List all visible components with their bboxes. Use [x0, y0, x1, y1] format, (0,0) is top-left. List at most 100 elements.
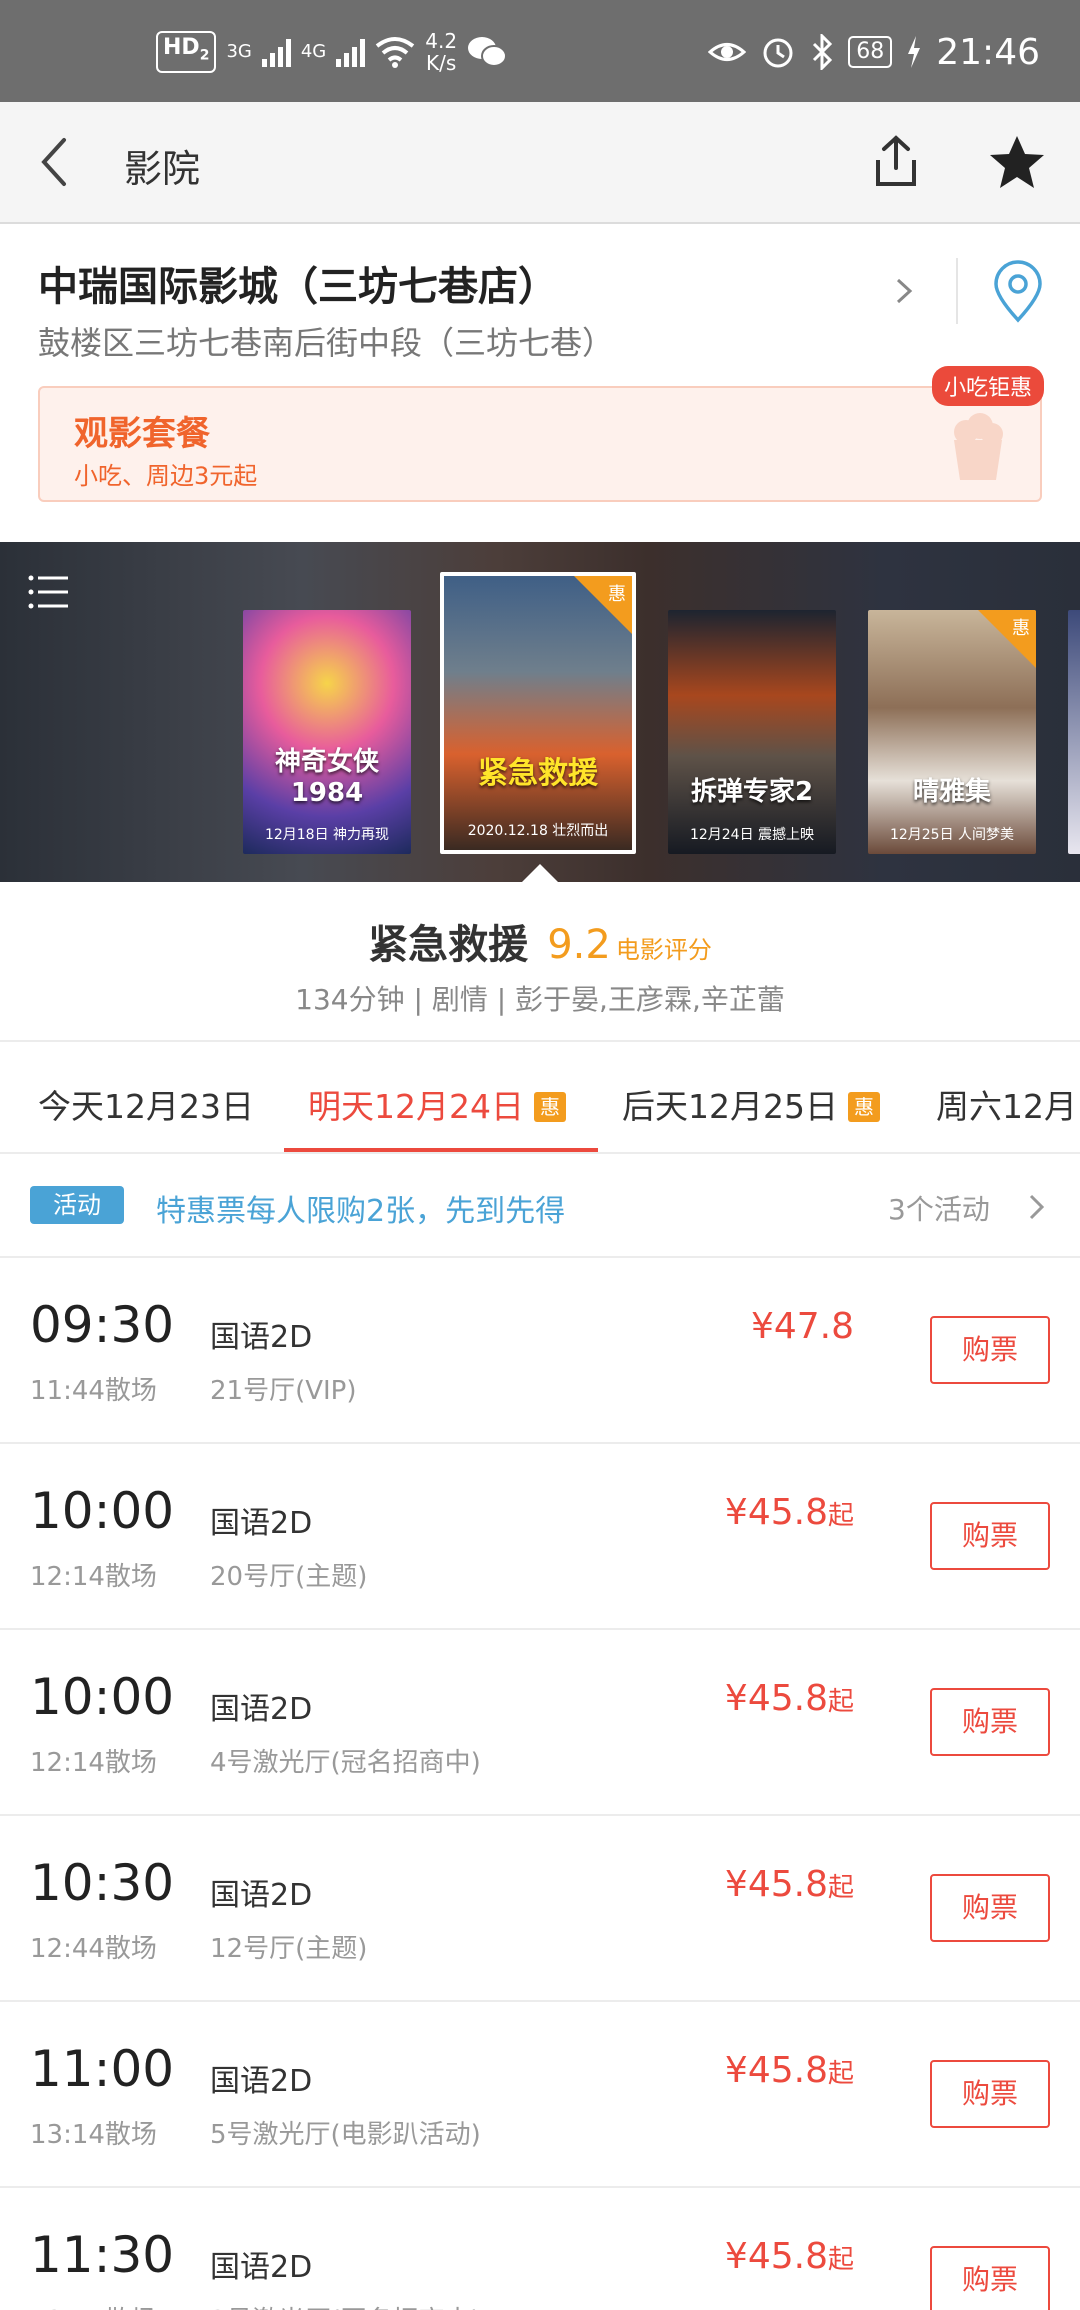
- showtime-row[interactable]: 10:00 12:14散场 国语2D 20号厅(主题) ¥45.8起 购票: [0, 1444, 1080, 1630]
- share-icon[interactable]: [866, 132, 926, 192]
- signal-bars-icon: [261, 37, 291, 67]
- showtime-end: 11:44散场: [30, 1376, 157, 1406]
- hd-label: HD: [163, 35, 200, 61]
- star-icon[interactable]: [986, 132, 1048, 194]
- discount-badge: 惠: [978, 610, 1036, 668]
- showtime-hall: 5号激光厅(电影趴活动): [210, 2120, 481, 2150]
- showtime-start: 10:00: [30, 1482, 175, 1540]
- activity-text: 特惠票每人限购2张，先到先得: [156, 1194, 566, 1229]
- poster-title: 晴雅集: [912, 777, 991, 807]
- snack-icon: [954, 413, 1003, 480]
- list-menu-icon[interactable]: [28, 574, 70, 610]
- showtime-language: 国语2D: [210, 2250, 313, 2285]
- wechat-icon: [468, 37, 508, 67]
- tab-date-tomorrow[interactable]: 明天12月24日惠: [308, 1080, 566, 1128]
- snack-combo-banner[interactable]: 观影套餐 小吃、周边3元起 小吃钜惠: [38, 366, 1044, 502]
- price-value: ¥45.8: [724, 2050, 828, 2091]
- showtime-row[interactable]: 10:30 12:44散场 国语2D 12号厅(主题) ¥45.8起 购票: [0, 1816, 1080, 2002]
- movie-info: 紧急救援 9.2 电影评分 134分钟 | 剧情 | 彭于晏,王彦霖,辛芷蕾: [0, 882, 1080, 1042]
- combo-badge: 小吃钜惠: [931, 366, 1044, 406]
- showtime-start: 10:00: [30, 1668, 175, 1726]
- showtime-language: 国语2D: [210, 1692, 313, 1727]
- movie-poster-strip[interactable]: 神奇女侠1984 12月18日 神力再现 惠 紧急救援 2020.12.18 壮…: [0, 542, 1080, 882]
- buy-ticket-button[interactable]: 购票: [930, 1502, 1050, 1570]
- buy-ticket-button[interactable]: 购票: [930, 2246, 1050, 2310]
- tab-label: 明天12月24日: [308, 1087, 524, 1126]
- showtime-row[interactable]: 11:30 13:44散场 国语2D 3号激光厅(冠名招商中) ¥45.8起 购票: [0, 2188, 1080, 2310]
- price-value: ¥47.8: [750, 1306, 854, 1347]
- discount-badge-label: 惠: [1012, 618, 1030, 639]
- tab-label: 后天12月25日: [622, 1087, 838, 1126]
- alarm-icon: [763, 38, 793, 68]
- showtime-row[interactable]: 09:30 11:44散场 国语2D 21号厅(VIP) ¥47.8 购票: [0, 1258, 1080, 1444]
- active-tab-underline: [284, 1148, 598, 1152]
- showtime-row[interactable]: 11:00 13:14散场 国语2D 5号激光厅(电影趴活动) ¥45.8起 购票: [0, 2002, 1080, 2188]
- showtime-price: ¥45.8起: [725, 2050, 854, 2091]
- showtime-hall: 4号激光厅(冠名招商中): [210, 1748, 481, 1778]
- showtime-row[interactable]: 10:00 12:14散场 国语2D 4号激光厅(冠名招商中) ¥45.8起 购票: [0, 1630, 1080, 1816]
- showtime-start: 11:00: [30, 2040, 175, 2098]
- movie-poster-partial[interactable]: [1068, 610, 1080, 854]
- price-value: ¥45.8: [724, 1492, 828, 1533]
- movie-poster[interactable]: 神奇女侠1984 12月18日 神力再现: [243, 610, 411, 854]
- poster-release: 2020.12.18 壮烈而出: [467, 823, 609, 839]
- showtime-start: 11:30: [30, 2226, 175, 2284]
- signal-bars-icon: [336, 37, 366, 67]
- showtime-language: 国语2D: [210, 1506, 313, 1541]
- showtime-language: 国语2D: [210, 1878, 313, 1913]
- showtime-start: 10:30: [30, 1854, 175, 1912]
- movie-title-line: 紧急救援 9.2 电影评分: [0, 912, 1080, 970]
- tab-date-saturday[interactable]: 周六12月: [936, 1080, 1077, 1128]
- price-value: ¥45.8: [724, 2236, 828, 2277]
- page-title: 影院: [124, 147, 201, 191]
- movie-poster[interactable]: 拆弹专家2 12月24日 震撼上映: [668, 610, 836, 854]
- tab-date-day-after[interactable]: 后天12月25日惠: [622, 1080, 880, 1128]
- buy-ticket-button[interactable]: 购票: [930, 2060, 1050, 2128]
- divider: [956, 258, 958, 324]
- poster-title: 拆弹专家2: [690, 777, 814, 807]
- showtime-price: ¥45.8起: [725, 2236, 854, 2277]
- net-speed-unit: K/s: [426, 51, 457, 75]
- combo-title: 观影套餐: [74, 414, 210, 454]
- movie-poster[interactable]: 惠 晴雅集 12月25日 人间梦美: [868, 610, 1036, 854]
- status-right: 68 21:46: [708, 28, 1040, 76]
- signal-4g-label: 4G: [300, 41, 327, 62]
- tab-label: 周六12月: [936, 1087, 1077, 1126]
- showtime-price: ¥45.8起: [725, 1678, 854, 1719]
- hd-icon: HD2: [156, 31, 217, 73]
- cinema-name[interactable]: 中瑞国际影城（三坊七巷店）: [38, 254, 558, 312]
- showtime-start: 09:30: [30, 1296, 175, 1354]
- buy-ticket-button[interactable]: 购票: [930, 1316, 1050, 1384]
- hd-sub: 2: [199, 47, 210, 64]
- promotion-bar[interactable]: 活动 特惠票每人限购2张，先到先得 3个活动: [0, 1154, 1080, 1258]
- showtime-price: ¥45.8起: [725, 1492, 854, 1533]
- tab-date-today[interactable]: 今天12月23日: [38, 1080, 254, 1128]
- selected-indicator: [522, 864, 558, 882]
- nav-bar: 影院: [0, 102, 1080, 224]
- showtime-end: 12:14散场: [30, 1748, 157, 1778]
- discount-tag: 惠: [533, 1092, 566, 1122]
- movie-meta: 134分钟 | 剧情 | 彭于晏,王彦霖,辛芷蕾: [295, 983, 785, 1016]
- chevron-right-icon[interactable]: [888, 274, 922, 308]
- cinema-address[interactable]: 鼓楼区三坊七巷南后街中段（三坊七巷）: [38, 318, 614, 364]
- showtime-language: 国语2D: [210, 1320, 313, 1355]
- cinema-info: 中瑞国际影城（三坊七巷店） 鼓楼区三坊七巷南后街中段（三坊七巷） 观影套餐 小吃…: [0, 224, 1080, 542]
- showtime-hall: 20号厅(主题): [210, 1562, 368, 1592]
- price-suffix: 起: [827, 1501, 854, 1531]
- net-speed: 4.2 K/s: [425, 30, 457, 74]
- date-tabs: 今天12月23日 明天12月24日惠 后天12月25日惠 周六12月: [0, 1042, 1080, 1154]
- buy-ticket-button[interactable]: 购票: [930, 1688, 1050, 1756]
- status-bar: HD2 3G 4G 4.2 K/s 68 21:46: [0, 0, 1080, 102]
- tab-label: 今天12月23日: [38, 1087, 254, 1126]
- bluetooth-icon: [813, 34, 833, 70]
- movie-poster-selected[interactable]: 惠 紧急救援 2020.12.18 壮烈而出: [440, 572, 636, 854]
- showtime-end: 12:44散场: [30, 1934, 157, 1964]
- activity-count: 3个活动: [888, 1193, 990, 1226]
- price-suffix: 起: [827, 1687, 854, 1717]
- price-value: ¥45.8: [724, 1864, 828, 1905]
- poster-release: 12月25日 人间梦美: [889, 827, 1015, 843]
- buy-ticket-button[interactable]: 购票: [930, 1874, 1050, 1942]
- wifi-icon: [376, 37, 415, 68]
- location-pin-icon[interactable]: [990, 260, 1046, 324]
- back-arrow-icon[interactable]: [28, 132, 88, 192]
